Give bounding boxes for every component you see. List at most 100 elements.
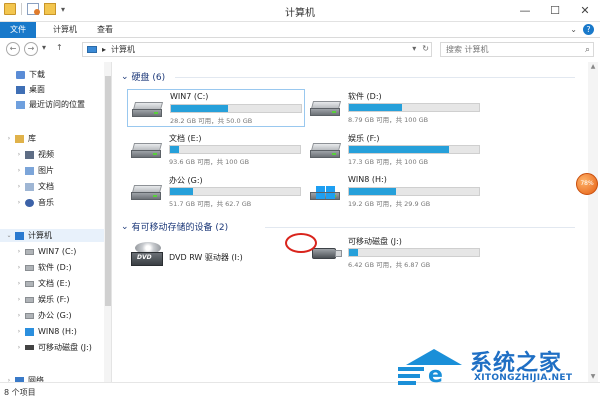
help-icon[interactable]: ? — [583, 24, 594, 35]
refresh-icon[interactable]: ↻ — [422, 44, 429, 53]
group-divider — [175, 77, 575, 78]
computer-icon — [15, 231, 24, 240]
drive-icon — [25, 280, 34, 287]
drive-tile-g[interactable]: 办公 (G:) 51.7 GB 可用，共 62.7 GB — [127, 173, 305, 211]
sidebar-item-label: 计算机 — [28, 231, 52, 240]
window-controls: — ☐ ✕ — [510, 0, 600, 20]
site-watermark: e 系统之家 XITONGZHIJIA.NET — [398, 343, 598, 399]
sidebar-item-computer[interactable]: ⌄ 计算机 — [0, 229, 104, 242]
sidebar-item-drive-e[interactable]: › 文档 (E:) — [0, 277, 104, 290]
sidebar-item-pictures[interactable]: › 图片 — [0, 164, 104, 177]
drive-tile-e[interactable]: 文档 (E:) 93.6 GB 可用，共 100 GB — [127, 131, 305, 169]
drive-space-info: 93.6 GB 可用，共 100 GB — [169, 158, 250, 166]
back-button[interactable]: ← — [6, 42, 20, 56]
search-icon[interactable]: ⌕ — [585, 44, 590, 57]
annotation-circle — [285, 233, 317, 253]
sidebar-scrollbar[interactable] — [104, 62, 111, 382]
drive-tile-d[interactable]: 软件 (D:) 8.79 GB 可用，共 100 GB — [306, 89, 484, 127]
floating-speed-badge[interactable]: 78% — [576, 173, 598, 195]
navigation-pane: 下载 桌面 最近访问的位置 › 库 › 视频 › 图片 › 文档 › 音乐 ⌄ … — [0, 62, 112, 382]
expand-icon[interactable]: › — [16, 328, 22, 335]
drive-icon — [131, 143, 163, 159]
sidebar-item-desktop[interactable]: 桌面 — [0, 83, 104, 96]
expand-icon[interactable]: › — [16, 151, 22, 158]
up-button[interactable]: ↑ — [56, 43, 63, 52]
usb-drive-tile[interactable]: 可移动磁盘 (J:) 6.42 GB 可用，共 6.87 GB — [306, 234, 484, 272]
collapse-icon[interactable]: ⌄ — [6, 232, 12, 239]
sidebar-item-videos[interactable]: › 视频 — [0, 148, 104, 161]
close-button[interactable]: ✕ — [570, 0, 600, 20]
expand-icon[interactable]: › — [16, 312, 22, 319]
tab-computer[interactable]: 计算机 — [46, 22, 84, 38]
drive-icon — [132, 102, 164, 118]
maximize-button[interactable]: ☐ — [540, 0, 570, 20]
expand-icon[interactable]: › — [6, 135, 12, 142]
download-icon — [16, 70, 25, 79]
group-title: 有可移动存储的设备 (2) — [131, 223, 229, 233]
group-header-removable[interactable]: ⌄ 有可移动存储的设备 (2) — [121, 220, 229, 234]
videos-icon — [25, 150, 34, 159]
group-header-hard-drives[interactable]: ⌄ 硬盘 (6) — [121, 70, 165, 84]
drive-usage-bar — [170, 104, 302, 113]
expand-icon[interactable]: › — [16, 296, 22, 303]
minimize-button[interactable]: — — [510, 0, 540, 20]
sidebar-item-documents[interactable]: › 文档 — [0, 180, 104, 193]
scroll-up-icon[interactable]: ▲ — [588, 62, 598, 72]
dvd-drive-tile[interactable]: DVD DVD RW 驱动器 (I:) — [127, 238, 305, 276]
drive-icon — [25, 264, 34, 271]
drive-tile-f[interactable]: 娱乐 (F:) 17.3 GB 可用，共 100 GB — [306, 131, 484, 169]
tab-file[interactable]: 文件 — [0, 22, 36, 38]
content-scrollbar[interactable]: ▲ ▼ — [588, 62, 598, 382]
sidebar-item-recent-places[interactable]: 最近访问的位置 — [0, 98, 104, 111]
breadcrumb-computer[interactable]: 计算机 — [111, 44, 135, 55]
sidebar-item-drive-d[interactable]: › 软件 (D:) — [0, 261, 104, 274]
drive-tile-h[interactable]: WIN8 (H:) 19.2 GB 可用，共 29.9 GB — [306, 173, 484, 211]
drive-usage-bar — [348, 248, 480, 257]
sidebar-item-label: 音乐 — [38, 198, 54, 207]
expand-icon[interactable]: › — [16, 199, 22, 206]
address-dropdown-icon[interactable]: ▾ — [412, 44, 416, 53]
chevron-down-icon[interactable]: ⌄ — [121, 72, 129, 82]
drive-name: 办公 (G:) — [169, 176, 203, 185]
sidebar-item-drive-j[interactable]: › 可移动磁盘 (J:) — [0, 341, 104, 354]
drive-usage-bar — [169, 187, 301, 196]
sidebar-item-music[interactable]: › 音乐 — [0, 196, 104, 209]
tab-view[interactable]: 查看 — [90, 22, 120, 38]
drive-name: WIN7 (C:) — [170, 92, 209, 101]
ribbon-collapse-icon[interactable]: ⌄ — [570, 25, 577, 34]
sidebar-item-label: 视频 — [38, 150, 54, 159]
sidebar-item-label: 可移动磁盘 (J:) — [38, 343, 92, 352]
sidebar-item-drive-g[interactable]: › 办公 (G:) — [0, 309, 104, 322]
drive-name: 可移动磁盘 (J:) — [348, 237, 402, 246]
sidebar-item-drive-c[interactable]: › WIN7 (C:) — [0, 245, 104, 258]
chevron-down-icon[interactable]: ⌄ — [121, 222, 129, 232]
search-input[interactable]: 搜索 计算机 ⌕ — [440, 42, 594, 57]
drive-tile-c[interactable]: WIN7 (C:) 28.2 GB 可用，共 50.0 GB — [127, 89, 305, 127]
address-bar[interactable]: ▸ 计算机 ▾ ↻ — [82, 42, 432, 57]
windows-drive-icon — [310, 185, 342, 201]
path-separator-icon[interactable]: ▸ — [102, 45, 106, 54]
expand-icon[interactable]: › — [16, 344, 22, 351]
recent-locations-icon[interactable]: ▾ — [42, 43, 46, 52]
music-icon — [25, 198, 34, 207]
drive-space-info: 6.42 GB 可用，共 6.87 GB — [348, 261, 431, 269]
expand-icon[interactable]: › — [16, 167, 22, 174]
sidebar-item-drive-h[interactable]: › WIN8 (H:) — [0, 325, 104, 338]
expand-icon[interactable]: › — [16, 280, 22, 287]
expand-icon[interactable]: › — [16, 183, 22, 190]
forward-button[interactable]: → — [24, 42, 38, 56]
expand-icon[interactable]: › — [16, 264, 22, 271]
drive-space-info: 28.2 GB 可用，共 50.0 GB — [170, 117, 253, 125]
drive-icon — [25, 312, 34, 319]
sidebar-item-label: 办公 (G:) — [38, 311, 72, 320]
usb-drive-icon — [312, 248, 342, 260]
sidebar-item-downloads[interactable]: 下载 — [0, 68, 104, 81]
usb-drive-icon — [25, 345, 34, 350]
sidebar-scrollbar-thumb[interactable] — [105, 76, 111, 306]
sidebar-item-drive-f[interactable]: › 娱乐 (F:) — [0, 293, 104, 306]
libraries-icon — [15, 134, 24, 143]
drive-name: 软件 (D:) — [348, 92, 382, 101]
expand-icon[interactable]: › — [16, 248, 22, 255]
sidebar-item-libraries[interactable]: › 库 — [0, 132, 104, 145]
sidebar-item-network[interactable]: › 网络 — [0, 374, 104, 382]
